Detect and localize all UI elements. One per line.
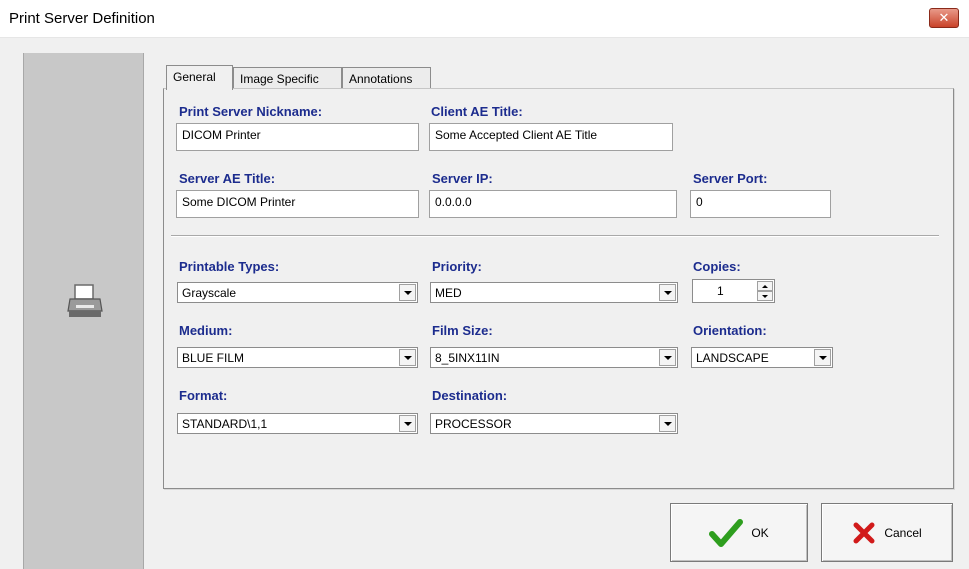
film-size-dropdown[interactable]: 8_5INX11IN xyxy=(430,347,678,368)
copies-stepper[interactable]: 1 xyxy=(692,279,775,303)
close-button[interactable]: ✕ xyxy=(929,8,959,28)
chevron-down-icon[interactable] xyxy=(399,415,416,432)
tab-general[interactable]: General xyxy=(166,65,233,90)
tab-label: Annotations xyxy=(349,72,413,86)
medium-label: Medium: xyxy=(179,323,233,338)
client-ae-field[interactable]: Some Accepted Client AE Title xyxy=(429,123,673,151)
priority-dropdown[interactable]: MED xyxy=(430,282,678,303)
chevron-down-icon[interactable] xyxy=(814,349,831,366)
dropdown-value: LANDSCAPE xyxy=(696,351,769,365)
close-icon: ✕ xyxy=(938,10,950,25)
server-ae-label: Server AE Title: xyxy=(179,171,276,186)
chevron-down-icon[interactable] xyxy=(659,349,676,366)
ok-button[interactable]: OK xyxy=(670,503,808,562)
dropdown-value: STANDARD\1,1 xyxy=(182,417,268,431)
tab-image-specific[interactable]: Image Specific xyxy=(233,67,342,89)
printable-types-dropdown[interactable]: Grayscale xyxy=(177,282,418,303)
server-port-field[interactable]: 0 xyxy=(690,190,831,218)
stepper-down-icon[interactable] xyxy=(757,291,773,301)
copies-label: Copies: xyxy=(693,259,741,274)
server-ip-label: Server IP: xyxy=(432,171,493,186)
tab-label: General xyxy=(173,70,216,84)
dropdown-value: Grayscale xyxy=(182,286,237,300)
client-ae-label: Client AE Title: xyxy=(431,104,523,119)
destination-label: Destination: xyxy=(432,388,508,403)
chevron-down-icon[interactable] xyxy=(659,284,676,301)
nickname-field[interactable]: DICOM Printer xyxy=(176,123,419,151)
tab-annotations[interactable]: Annotations xyxy=(342,67,431,89)
orientation-dropdown[interactable]: LANDSCAPE xyxy=(691,347,833,368)
chevron-down-icon[interactable] xyxy=(399,284,416,301)
dropdown-value: BLUE FILM xyxy=(182,351,245,365)
dropdown-value: MED xyxy=(435,286,462,300)
nickname-label: Print Server Nickname: xyxy=(179,104,323,119)
format-dropdown[interactable]: STANDARD\1,1 xyxy=(177,413,418,434)
red-x-icon xyxy=(853,522,875,543)
section-divider xyxy=(171,235,939,237)
sidebar xyxy=(23,53,144,569)
printer-icon xyxy=(67,284,103,317)
chevron-down-icon[interactable] xyxy=(399,349,416,366)
checkmark-icon xyxy=(709,518,744,547)
orientation-label: Orientation: xyxy=(693,323,767,338)
destination-dropdown[interactable]: PROCESSOR xyxy=(430,413,678,434)
format-label: Format: xyxy=(179,388,228,403)
window-title: Print Server Definition xyxy=(9,10,155,27)
stepper-up-icon[interactable] xyxy=(757,281,773,291)
server-ae-field[interactable]: Some DICOM Printer xyxy=(176,190,419,218)
cancel-button[interactable]: Cancel xyxy=(821,503,953,562)
stepper-value: 1 xyxy=(717,284,724,298)
server-port-label: Server Port: xyxy=(693,171,768,186)
chevron-down-icon[interactable] xyxy=(659,415,676,432)
medium-dropdown[interactable]: BLUE FILM xyxy=(177,347,418,368)
dropdown-value: 8_5INX11IN xyxy=(435,351,500,365)
ok-label: OK xyxy=(751,525,769,540)
cancel-label: Cancel xyxy=(884,525,922,540)
dropdown-value: PROCESSOR xyxy=(435,417,512,431)
tab-label: Image Specific xyxy=(240,72,319,86)
title-bar: Print Server Definition ✕ xyxy=(0,0,969,38)
priority-label: Priority: xyxy=(432,259,482,274)
film-size-label: Film Size: xyxy=(432,323,493,338)
printable-types-label: Printable Types: xyxy=(179,259,280,274)
server-ip-field[interactable]: 0.0.0.0 xyxy=(429,190,677,218)
